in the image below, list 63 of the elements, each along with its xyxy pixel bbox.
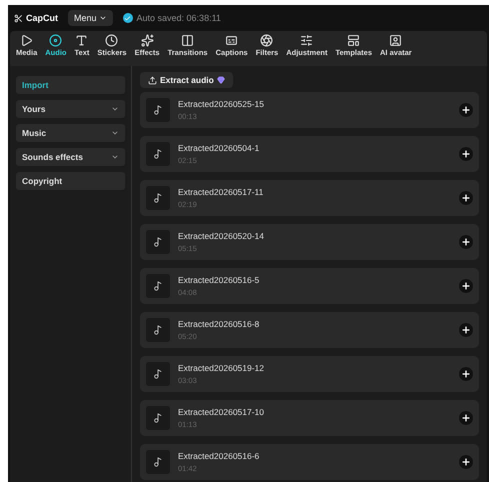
upload-icon [148,76,157,84]
columns-icon [181,34,194,47]
music-note-icon [146,318,170,342]
add-button[interactable] [459,367,473,381]
track-name: Extracted20260517-11 [178,187,264,197]
plus-icon [461,193,471,203]
chevron-icon [98,14,107,22]
sidebar-item[interactable]: Import [16,76,125,94]
chevron-icon [111,153,119,161]
text-icon [75,34,88,47]
add-button[interactable] [459,411,473,425]
plus-icon [461,413,471,423]
avatar-icon [389,34,402,47]
track-name: Extracted20260519-12 [178,363,266,373]
clock-icon [105,34,118,47]
track-name: Extracted20260517-10 [178,407,266,417]
add-button[interactable] [459,191,473,205]
track-name: Extracted20260516-8 [178,319,260,329]
sidebar-item[interactable]: Copyright [16,172,125,190]
track-name: Extracted20260504-1 [178,143,260,153]
plus-icon [461,149,471,159]
sidebar-item[interactable]: Yours [16,100,125,118]
menu-button[interactable]: Menu [68,10,113,26]
sparkle-icon [140,34,154,47]
music-note-icon [146,406,170,430]
track-name: Extracted20260520-14 [178,231,266,241]
plus-icon [461,105,471,115]
plus-icon [461,325,471,335]
plus-icon [461,369,471,379]
disc-icon [49,34,62,47]
track-name: Extracted20260525-15 [178,99,266,109]
sidebar-item[interactable]: Sounds effects [16,148,125,166]
chevron-icon [111,129,119,137]
music-note-icon [146,230,170,254]
sidebar-item[interactable]: Music [16,124,125,142]
aperture-icon [260,34,274,47]
sliders-icon [300,34,314,47]
check-icon [122,13,133,23]
music-note-icon [146,98,170,122]
add-button[interactable] [459,455,473,469]
chevron-icon [111,105,119,113]
gem-icon [216,76,225,84]
captions-icon [225,34,238,47]
add-button[interactable] [459,323,473,337]
add-button[interactable] [459,279,473,293]
template-icon [347,34,360,47]
track-name: Extracted20260516-6 [178,451,260,461]
plus-icon [461,237,471,247]
music-note-icon [146,274,170,298]
play-icon [20,34,34,47]
plus-icon [461,281,471,291]
music-note-icon [146,142,170,166]
app-logo: CapCut [14,13,58,23]
add-button[interactable] [459,103,473,117]
music-note-icon [146,186,170,210]
autosave-status: Auto saved: 06:38:11 [136,13,221,23]
add-button[interactable] [459,147,473,161]
plus-icon [461,457,471,467]
add-button[interactable] [459,235,473,249]
music-note-icon [146,450,170,474]
extract-audio-button[interactable]: Extract audio [140,72,233,88]
music-note-icon [146,362,170,386]
track-name: Extracted20260516-5 [178,275,260,285]
